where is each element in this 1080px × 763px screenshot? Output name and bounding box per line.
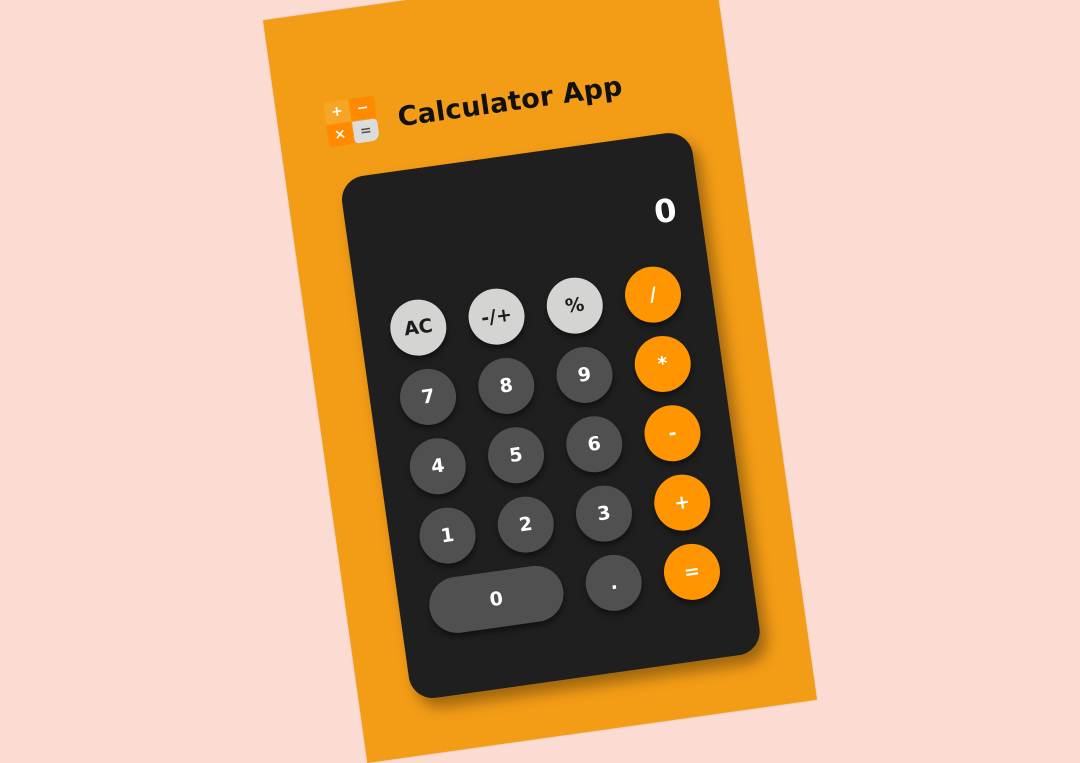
logo-times-tile: × xyxy=(326,121,355,148)
calculator-app-frame: + − × = Calculator App 0 AC -/+ % / 7 8 … xyxy=(263,0,817,763)
logo-minus-tile: − xyxy=(348,95,377,121)
multiply-button[interactable]: * xyxy=(631,332,695,396)
digit-2-button[interactable]: 2 xyxy=(494,492,558,557)
digit-7-button[interactable]: 7 xyxy=(396,365,460,429)
subtract-button[interactable]: - xyxy=(640,401,705,465)
digit-1-button[interactable]: 1 xyxy=(415,503,480,568)
percent-button[interactable]: % xyxy=(543,274,607,338)
logo-plus-tile: + xyxy=(323,99,351,125)
calculator-panel: 0 AC -/+ % / 7 8 9 * 4 5 6 - 1 2 3 + 0 .… xyxy=(338,129,763,702)
app-header: + − × = Calculator App xyxy=(323,61,626,152)
digit-4-button[interactable]: 4 xyxy=(406,434,470,498)
digit-6-button[interactable]: 6 xyxy=(562,412,626,476)
digit-8-button[interactable]: 8 xyxy=(474,354,538,418)
add-button[interactable]: + xyxy=(650,470,714,535)
digit-0-button[interactable]: 0 xyxy=(425,562,568,637)
equals-button[interactable]: = xyxy=(660,540,724,604)
divide-button[interactable]: / xyxy=(621,263,685,327)
clear-button[interactable]: AC xyxy=(386,295,450,360)
digit-9-button[interactable]: 9 xyxy=(552,343,617,407)
app-title: Calculator App xyxy=(395,70,625,133)
sign-toggle-button[interactable]: -/+ xyxy=(464,285,529,349)
digit-3-button[interactable]: 3 xyxy=(572,481,636,546)
digit-5-button[interactable]: 5 xyxy=(484,423,548,487)
logo-equals-tile: = xyxy=(352,118,380,144)
result-display: 0 xyxy=(651,190,680,232)
decimal-point-button[interactable]: . xyxy=(582,551,646,615)
keypad: AC -/+ % / 7 8 9 * 4 5 6 - 1 2 3 + 0 . = xyxy=(386,263,725,637)
calculator-logo-icon: + − × = xyxy=(323,95,385,152)
